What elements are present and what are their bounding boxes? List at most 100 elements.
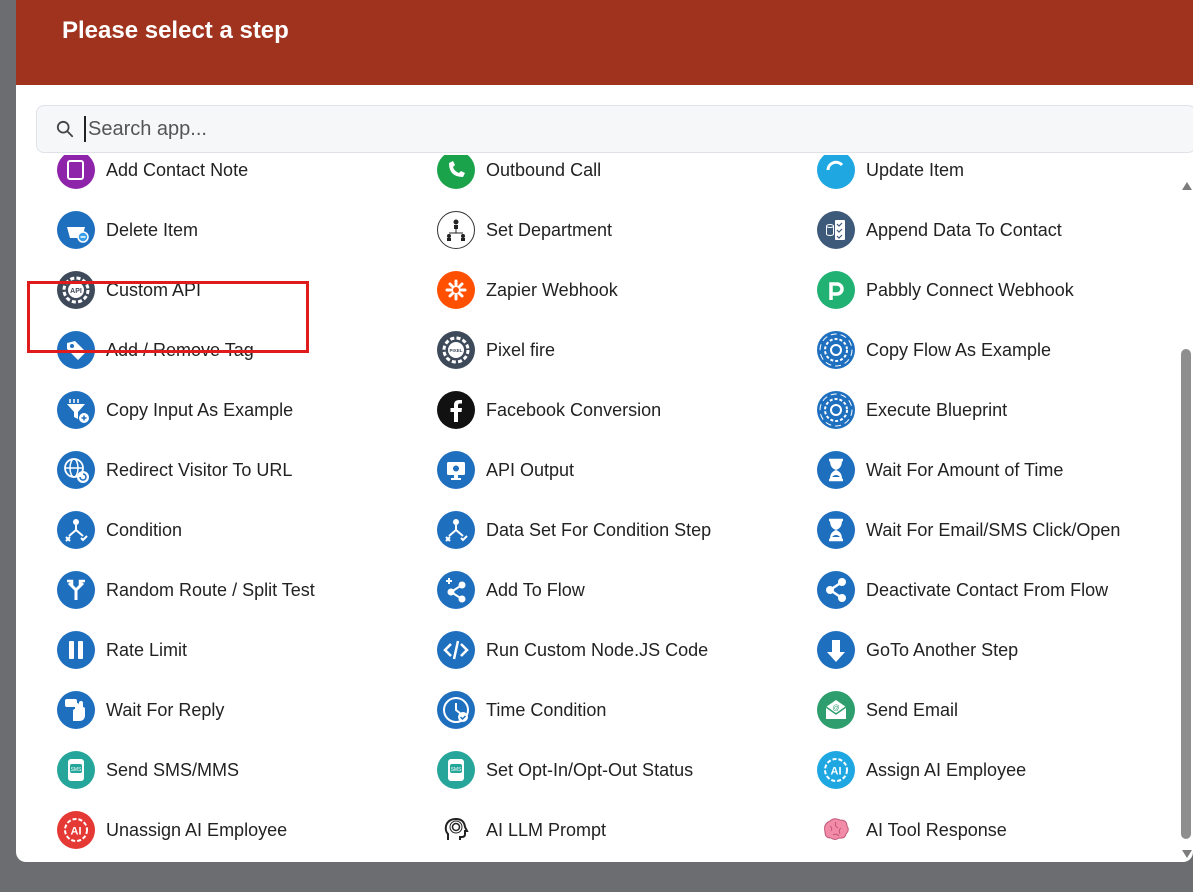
step-item-update-item[interactable]: Update Item <box>816 155 964 200</box>
step-item-append-data-to-contact[interactable]: Append Data To Contact <box>816 200 1062 260</box>
step-item-wait-for-reply[interactable]: Wait For Reply <box>56 680 224 740</box>
step-item-label: Data Set For Condition Step <box>486 519 712 540</box>
step-item-label: Delete Item <box>106 219 199 240</box>
step-item-api-output[interactable]: API Output <box>436 440 574 500</box>
pabbly-icon <box>816 270 856 310</box>
select-step-modal: Please select a step Add Contact Note Out… <box>16 0 1193 862</box>
step-item-label: Send SMS/MMS <box>106 759 240 780</box>
step-item-set-department[interactable]: Set Department <box>436 200 612 260</box>
step-item-data-set-for-condition-step[interactable]: Data Set For Condition Step <box>436 500 711 560</box>
step-item-label: Add Contact Note <box>106 159 249 180</box>
step-item-copy-flow-as-example[interactable]: Copy Flow As Example <box>816 320 1051 380</box>
split-route-icon <box>56 570 96 610</box>
svg-text:SMS: SMS <box>451 767 463 773</box>
step-item-label: Add To Flow <box>486 579 585 600</box>
step-item-label: Redirect Visitor To URL <box>106 459 293 480</box>
step-item-condition[interactable]: Condition <box>56 500 182 560</box>
svg-text:@: @ <box>832 705 839 712</box>
step-item-label: Wait For Amount of Time <box>866 459 1064 480</box>
svg-text:AI: AI <box>71 826 82 838</box>
step-row: AI Unassign AI Employee AI LLM Prompt AI To… <box>16 800 1176 860</box>
step-item-label: Pabbly Connect Webhook <box>866 279 1074 300</box>
step-item-label: Assign AI Employee <box>866 759 1027 780</box>
svg-text:PIXEL: PIXEL <box>449 348 462 353</box>
step-item-run-custom-node-js-code[interactable]: Run Custom Node.JS Code <box>436 620 708 680</box>
step-item-random-route-split-test[interactable]: Random Route / Split Test <box>56 560 315 620</box>
hourglass-icon <box>816 450 856 490</box>
sms-icon: SMS <box>56 750 96 790</box>
scrollbar[interactable] <box>1178 172 1193 862</box>
zapier-icon <box>436 270 476 310</box>
share-icon <box>816 570 856 610</box>
step-row: Random Route / Split Test Add To Flow Deac… <box>16 560 1176 620</box>
hourglass-icon <box>816 510 856 550</box>
phone-icon <box>436 155 476 190</box>
search-input[interactable] <box>84 116 990 142</box>
goto-arrow-icon <box>816 630 856 670</box>
step-item-facebook-conversion[interactable]: Facebook Conversion <box>436 380 661 440</box>
step-item-zapier-webhook[interactable]: Zapier Webhook <box>436 260 618 320</box>
facebook-icon <box>436 390 476 430</box>
step-item-label: AI LLM Prompt <box>486 819 607 840</box>
step-item-execute-blueprint[interactable]: Execute Blueprint <box>816 380 1007 440</box>
step-item-rate-limit[interactable]: Rate Limit <box>56 620 187 680</box>
step-item-add-to-flow[interactable]: Add To Flow <box>436 560 585 620</box>
head-icon <box>436 810 476 850</box>
step-item-send-email[interactable]: @ Send Email <box>816 680 958 740</box>
gear-execute-icon <box>816 390 856 430</box>
gear-copy-icon <box>816 330 856 370</box>
step-item-ai-tool-response[interactable]: AI Tool Response <box>816 800 1007 860</box>
step-item-label: Time Condition <box>486 699 607 720</box>
step-item-label: Facebook Conversion <box>486 399 662 420</box>
step-item-label: Set Opt-In/Opt-Out Status <box>486 759 694 780</box>
step-item-deactivate-contact-from-flow[interactable]: Deactivate Contact From Flow <box>816 560 1108 620</box>
step-item-wait-for-amount-of-time[interactable]: Wait For Amount of Time <box>816 440 1063 500</box>
step-row: Delete Item Set Department Append Data To … <box>16 200 1176 260</box>
step-item-delete-item[interactable]: Delete Item <box>56 200 198 260</box>
step-item-label: Run Custom Node.JS Code <box>486 639 709 660</box>
condition-icon <box>436 510 476 550</box>
step-item-outbound-call[interactable]: Outbound Call <box>436 155 601 200</box>
step-item-assign-ai-employee[interactable]: AI Assign AI Employee <box>816 740 1026 800</box>
step-item-wait-for-email-sms-click-open[interactable]: Wait For Email/SMS Click/Open <box>816 500 1120 560</box>
pixel-gear-icon: PIXEL <box>436 330 476 370</box>
step-item-label: Update Item <box>866 159 965 180</box>
step-item-goto-another-step[interactable]: GoTo Another Step <box>816 620 1018 680</box>
scrollbar-thumb[interactable] <box>1181 349 1191 839</box>
step-item-time-condition[interactable]: Time Condition <box>436 680 606 740</box>
step-item-label: Set Department <box>486 219 613 240</box>
step-item-label: Deactivate Contact From Flow <box>866 579 1109 600</box>
svg-text:SMS: SMS <box>71 767 83 773</box>
search-box <box>36 105 1193 153</box>
step-list: Add Contact Note Outbound Call Update Item… <box>16 155 1176 862</box>
step-row: Wait For Reply Time Condition @ Send Email <box>16 680 1176 740</box>
step-item-add-contact-note[interactable]: Add Contact Note <box>56 155 248 200</box>
step-item-label: Send Email <box>866 699 959 720</box>
step-item-label: Rate Limit <box>106 639 188 660</box>
step-row: SMS Send SMS/MMS SMS Set Opt-In/Opt-Out Sta… <box>16 740 1176 800</box>
step-item-pixel-fire[interactable]: PIXEL Pixel fire <box>436 320 555 380</box>
department-icon <box>436 210 476 250</box>
note-icon <box>56 155 96 190</box>
step-item-label: AI Tool Response <box>866 819 1007 840</box>
step-item-pabbly-connect-webhook[interactable]: Pabbly Connect Webhook <box>816 260 1074 320</box>
pause-icon <box>56 630 96 670</box>
step-item-send-sms-mms[interactable]: SMS Send SMS/MMS <box>56 740 239 800</box>
scroll-up-arrow-icon[interactable] <box>1182 182 1192 190</box>
step-item-label: Append Data To Contact <box>866 219 1062 240</box>
step-item-ai-llm-prompt[interactable]: AI LLM Prompt <box>436 800 606 860</box>
step-item-copy-input-as-example[interactable]: Copy Input As Example <box>56 380 293 440</box>
step-item-redirect-visitor-to-url[interactable]: Redirect Visitor To URL <box>56 440 292 500</box>
step-row: Copy Input As Example Facebook Conversion… <box>16 380 1176 440</box>
step-item-label: Pixel fire <box>486 339 556 360</box>
append-data-icon <box>816 210 856 250</box>
scroll-down-arrow-icon[interactable] <box>1182 850 1192 858</box>
sms-icon: SMS <box>436 750 476 790</box>
ai-icon: AI <box>56 810 96 850</box>
funnel-icon <box>56 390 96 430</box>
step-row: Rate Limit Run Custom Node.JS Code GoTo An… <box>16 620 1176 680</box>
step-item-unassign-ai-employee[interactable]: AI Unassign AI Employee <box>56 800 287 860</box>
step-item-set-opt-in-opt-out-status[interactable]: SMS Set Opt-In/Opt-Out Status <box>436 740 693 800</box>
step-item-label: Unassign AI Employee <box>106 819 288 840</box>
globe-redirect-icon <box>56 450 96 490</box>
